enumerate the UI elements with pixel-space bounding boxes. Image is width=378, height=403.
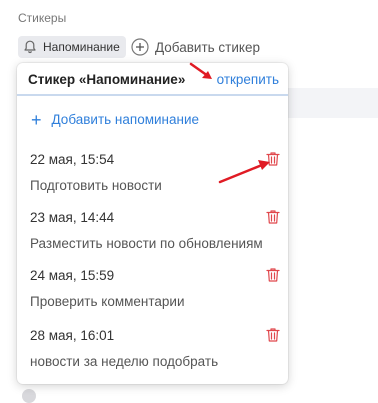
plus-icon: + xyxy=(31,109,42,130)
reminder-date: 24 мая, 15:59 xyxy=(30,268,115,283)
trash-icon[interactable] xyxy=(266,209,280,225)
trash-icon[interactable] xyxy=(266,327,280,343)
sticker-chip-label: Напоминание xyxy=(43,40,120,54)
reminder-item[interactable]: 23 мая, 14:44 Разместить новости по обно… xyxy=(30,210,280,251)
reminder-date: 23 мая, 14:44 xyxy=(30,210,115,225)
stickers-section-label: Стикеры xyxy=(18,11,67,25)
sticker-popup: Стикер «Напоминание» открепить + Добавит… xyxy=(17,63,288,384)
reminder-date: 22 мая, 15:54 xyxy=(30,152,115,167)
plus-circle-icon xyxy=(131,38,149,56)
reminder-text: Разместить новости по обновлениям xyxy=(30,236,263,251)
sticker-chip-reminder[interactable]: Напоминание xyxy=(18,36,126,58)
reminder-item[interactable]: 24 мая, 15:59 Проверить комментарии xyxy=(30,268,280,309)
trash-icon[interactable] xyxy=(266,267,280,283)
bell-icon xyxy=(24,40,36,54)
add-sticker-button[interactable]: Добавить стикер xyxy=(131,36,260,58)
unpin-link[interactable]: открепить xyxy=(217,72,279,87)
add-reminder-button[interactable]: + Добавить напоминание xyxy=(31,109,200,130)
popup-header: Стикер «Напоминание» открепить xyxy=(17,63,288,96)
reminder-text: Проверить комментарии xyxy=(30,294,185,309)
add-sticker-label: Добавить стикер xyxy=(155,39,260,55)
trash-icon[interactable] xyxy=(266,151,280,167)
reminder-text: Подготовить новости xyxy=(30,178,162,193)
reminder-item[interactable]: 22 мая, 15:54 Подготовить новости xyxy=(30,152,280,193)
popup-title: Стикер «Напоминание» xyxy=(28,72,186,87)
avatar xyxy=(22,389,36,403)
add-reminder-label: Добавить напоминание xyxy=(51,112,200,127)
reminder-item[interactable]: 28 мая, 16:01 новости за неделю подобрат… xyxy=(30,328,280,369)
reminder-date: 28 мая, 16:01 xyxy=(30,328,115,343)
background-row-highlight xyxy=(288,88,378,118)
reminder-text: новости за неделю подобрать xyxy=(30,354,219,369)
